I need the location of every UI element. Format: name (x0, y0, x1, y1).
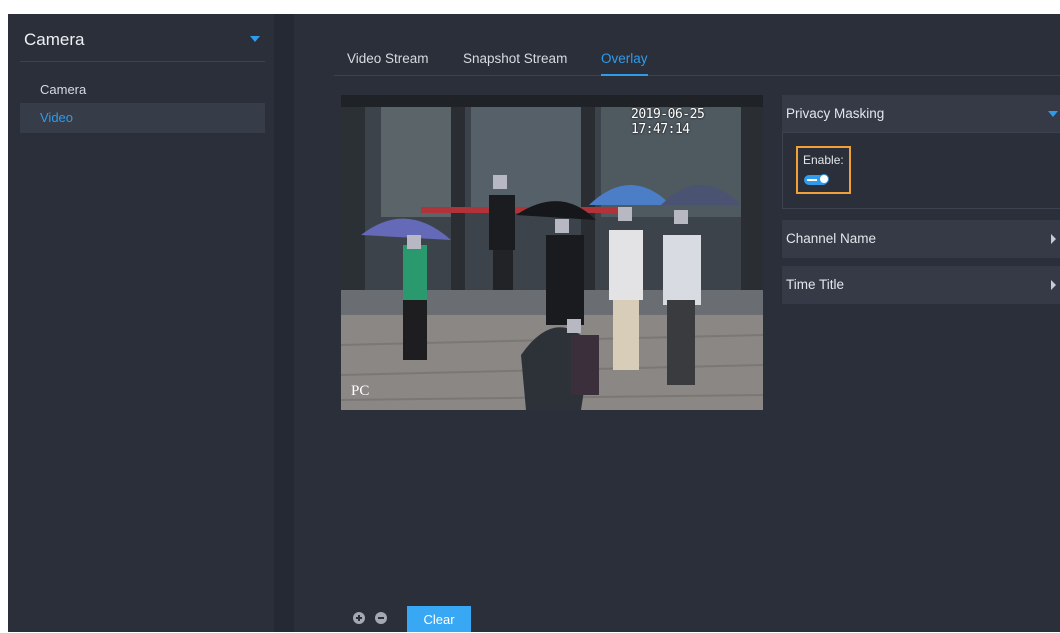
tab-overlay[interactable]: Overlay (601, 44, 648, 76)
sidebar: Camera Camera Video (8, 14, 274, 632)
main-content: Video Stream Snapshot Stream Overlay 201… (294, 14, 1060, 632)
panel-privacy-masking-label: Privacy Masking (786, 106, 885, 121)
sidebar-item-camera[interactable]: Camera (20, 75, 265, 105)
enable-highlight-box: Enable: (796, 146, 851, 194)
sidebar-divider (20, 61, 265, 62)
panel-privacy-masking[interactable]: Privacy Masking (782, 95, 1060, 133)
panel-time-title-label: Time Title (786, 277, 845, 292)
tab-video-stream[interactable]: Video Stream (347, 44, 429, 75)
clear-button[interactable]: Clear (407, 606, 471, 632)
sidebar-title: Camera (24, 30, 85, 49)
toggle-knob (819, 174, 829, 184)
panel-time-title[interactable]: Time Title (782, 266, 1060, 304)
sidebar-item-video[interactable]: Video (20, 103, 265, 133)
toggle-track-mark (807, 179, 817, 181)
privacy-masking-body: Enable: (782, 132, 1060, 209)
tab-bar: Video Stream Snapshot Stream Overlay (334, 44, 1060, 76)
tab-overlay-label: Overlay (601, 51, 648, 66)
enable-toggle[interactable] (804, 174, 829, 185)
enable-label: Enable: (803, 153, 844, 167)
chevron-right-icon (1051, 280, 1056, 290)
chevron-down-icon[interactable] (250, 36, 260, 42)
chevron-down-icon (1048, 111, 1058, 117)
active-tab-indicator (601, 74, 648, 76)
sidebar-separator (274, 14, 294, 632)
panel-channel-name-label: Channel Name (786, 231, 877, 246)
video-frame-image (341, 95, 763, 410)
app-window: Camera Camera Video Video Stream Snapsho… (8, 14, 1060, 632)
video-timestamp: 2019-06-25 17:47:14 (631, 107, 705, 137)
chevron-right-icon (1051, 234, 1056, 244)
video-preview[interactable]: 2019-06-25 17:47:14 PC (341, 95, 763, 410)
tab-snapshot-stream[interactable]: Snapshot Stream (463, 44, 567, 75)
panel-channel-name[interactable]: Channel Name (782, 220, 1060, 258)
zoom-in-icon[interactable] (353, 612, 365, 624)
video-channel-label: PC (351, 383, 370, 399)
zoom-out-icon[interactable] (375, 612, 387, 624)
